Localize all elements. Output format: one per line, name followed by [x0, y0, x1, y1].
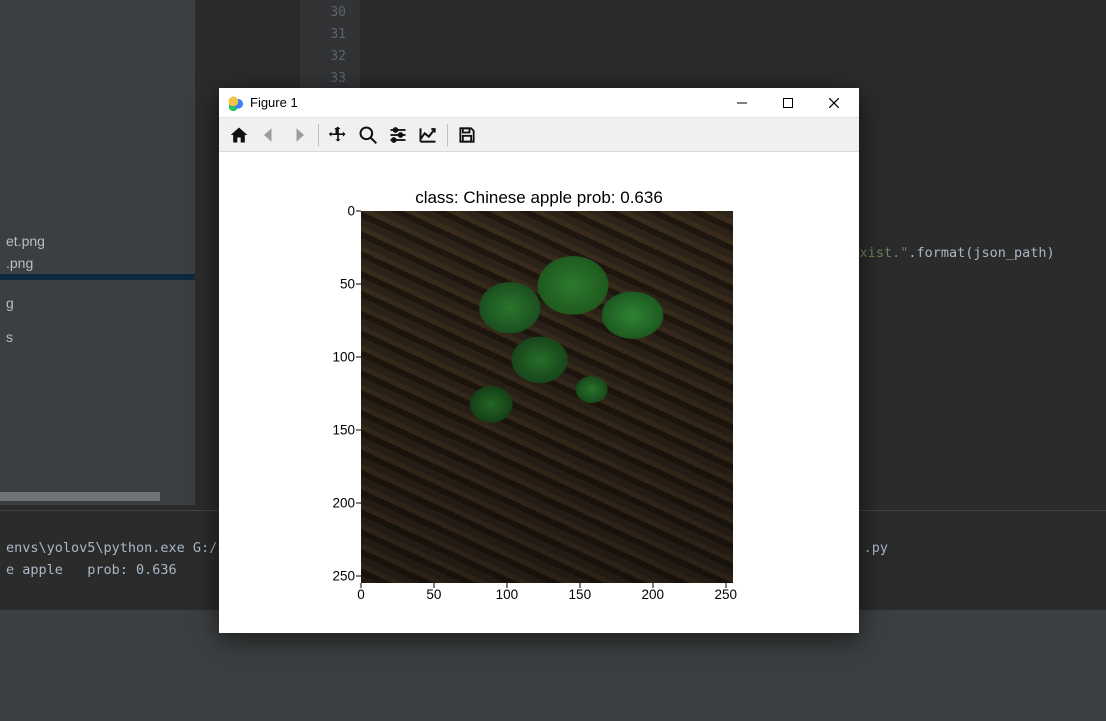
window-titlebar[interactable]: Figure 1	[219, 88, 859, 118]
x-tick-label: 50	[426, 587, 441, 602]
y-tick-label: 100	[315, 349, 355, 364]
toolbar-separator	[318, 124, 319, 146]
y-tick-mark	[356, 211, 361, 212]
y-tick-mark	[356, 575, 361, 576]
x-tick-label: 250	[714, 587, 737, 602]
x-tick-label: 200	[641, 587, 664, 602]
code-line	[380, 44, 1100, 66]
home-icon[interactable]	[225, 121, 253, 149]
y-tick-mark	[356, 429, 361, 430]
x-tick-label: 100	[496, 587, 519, 602]
project-sidebar: et.png .png g s	[0, 0, 195, 505]
y-tick-label: 50	[315, 276, 355, 291]
line-number: 33	[300, 68, 346, 90]
window-maximize-button[interactable]	[765, 88, 811, 118]
back-icon[interactable]	[255, 121, 283, 149]
matplotlib-figure-window: Figure 1	[219, 88, 859, 633]
configure-subplots-icon[interactable]	[384, 121, 412, 149]
pan-icon[interactable]	[324, 121, 352, 149]
y-tick-label: 150	[315, 422, 355, 437]
plot-image	[361, 211, 733, 583]
line-number: 31	[300, 24, 346, 46]
edit-axis-icon[interactable]	[414, 121, 442, 149]
sidebar-item[interactable]: s	[0, 326, 195, 348]
line-number: 30	[300, 2, 346, 24]
sidebar-item[interactable]: g	[0, 292, 195, 314]
y-tick-label: 0	[315, 204, 355, 219]
y-tick-mark	[356, 283, 361, 284]
line-number: 32	[300, 46, 346, 68]
toolbar-separator	[447, 124, 448, 146]
plot-axes: 050100150200250050100150200250	[361, 211, 733, 583]
window-minimize-button[interactable]	[719, 88, 765, 118]
x-tick-label: 0	[357, 587, 365, 602]
figure-canvas[interactable]: class: Chinese apple prob: 0.636 0501001…	[219, 152, 859, 632]
y-tick-label: 250	[315, 568, 355, 583]
forward-icon[interactable]	[285, 121, 313, 149]
y-tick-mark	[356, 502, 361, 503]
y-tick-label: 200	[315, 495, 355, 510]
window-title: Figure 1	[250, 95, 298, 110]
y-tick-mark	[356, 356, 361, 357]
window-close-button[interactable]	[811, 88, 857, 118]
x-tick-label: 150	[569, 587, 592, 602]
sidebar-item[interactable]: .png	[0, 252, 195, 274]
matplotlib-toolbar	[219, 118, 859, 152]
save-icon[interactable]	[453, 121, 481, 149]
sidebar-scrollbar[interactable]	[0, 492, 160, 501]
sidebar-item[interactable]: et.png	[0, 230, 195, 252]
zoom-icon[interactable]	[354, 121, 382, 149]
matplotlib-app-icon	[227, 95, 243, 111]
sidebar-file-list: et.png .png g s	[0, 230, 195, 348]
